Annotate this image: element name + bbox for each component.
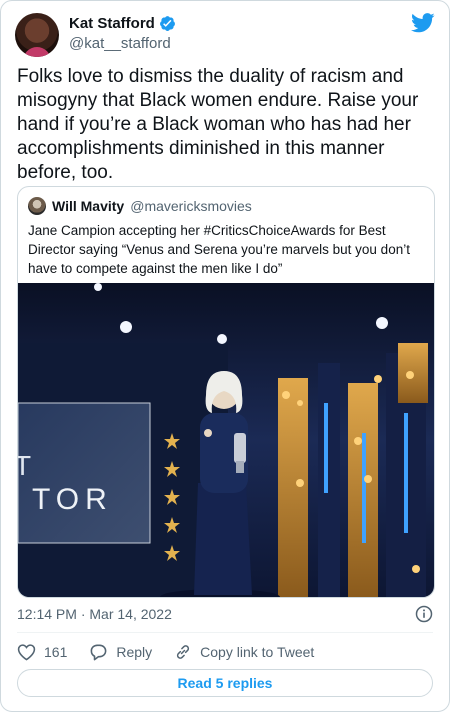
photo-screen-letter-partial: T [18,450,33,481]
tweet-header: Kat Stafford @kat__stafford [15,13,435,57]
quoted-tweet[interactable]: Will Mavity @mavericksmovies Jane Campio… [17,186,435,598]
avatar[interactable] [15,13,59,57]
heart-icon [17,643,36,661]
info-icon[interactable] [415,605,433,628]
quoted-tweet-photo[interactable]: T TOR [18,283,434,597]
link-icon [174,643,192,661]
author-display-name[interactable]: Kat Stafford [69,15,155,32]
copy-link-label: Copy link to Tweet [200,644,315,660]
copy-link-button[interactable]: Copy link to Tweet [174,643,314,661]
quoted-handle[interactable]: @mavericksmovies [130,198,252,214]
reply-button[interactable]: Reply [89,643,152,661]
photo-screen-text: TOR [32,483,113,516]
reply-icon [89,643,108,661]
tweet-text: Folks love to dismiss the duality of rac… [17,66,419,183]
quoted-display-name[interactable]: Will Mavity [52,198,124,214]
reply-label: Reply [116,644,153,660]
like-count: 161 [44,644,68,660]
divider [17,632,433,633]
author-name-row: Kat Stafford [69,15,176,32]
verified-badge-icon [159,15,176,32]
tweet-actions: 161 Reply Copy link to Tweet [17,642,336,662]
twitter-logo-icon[interactable] [411,13,435,38]
quoted-tweet-text: Jane Campion accepting her #CriticsChoic… [28,223,410,276]
author-handle[interactable]: @kat__stafford [69,35,171,52]
tweet-timestamp[interactable]: 12:14 PM · Mar 14, 2022 [17,606,172,622]
quoted-tweet-header: Will Mavity @mavericksmovies [28,197,252,215]
tweet-card: Kat Stafford @kat__stafford Folks love t… [0,0,450,712]
read-replies-button[interactable]: Read 5 replies [17,669,433,697]
like-button[interactable]: 161 [17,643,67,661]
quoted-avatar[interactable] [28,197,46,215]
